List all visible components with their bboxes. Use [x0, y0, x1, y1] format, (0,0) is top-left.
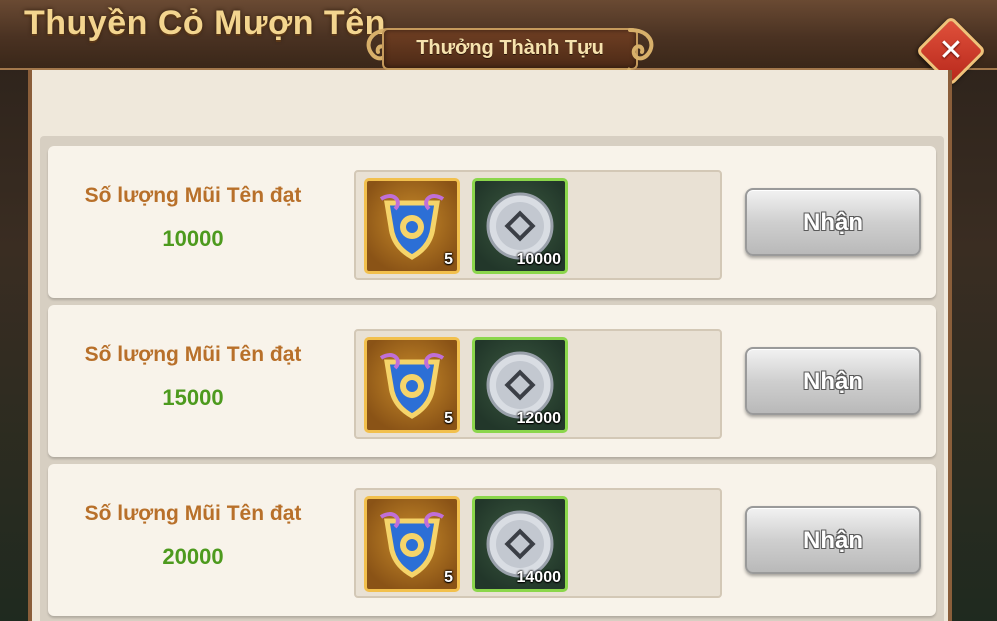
- panel-title-banner: Thưởng Thành Tựu: [360, 22, 660, 74]
- game-title: Thuyền Cỏ Mượn Tên: [24, 4, 386, 42]
- row-target-value: 15000: [162, 385, 224, 410]
- reward-slot-coin[interactable]: 12000: [472, 337, 568, 433]
- claim-button-label: Nhận: [803, 527, 863, 554]
- row-requirement-label: Số lượng Mũi Tên đạt: [84, 184, 302, 207]
- reward-quantity: 5: [444, 569, 453, 586]
- reward-row: Số lượng Mũi Tên đạt 20000 5 14000 Nhận: [48, 464, 936, 616]
- reward-quantity: 5: [444, 410, 453, 427]
- reward-slot-badge[interactable]: 5: [364, 496, 460, 592]
- claim-button[interactable]: Nhận: [745, 188, 921, 256]
- badge-icon: [379, 353, 445, 419]
- reward-slot-badge[interactable]: 5: [364, 178, 460, 274]
- claim-button-label: Nhận: [803, 368, 863, 395]
- reward-row: Số lượng Mũi Tên đạt 15000 5 12000 Nhận: [48, 305, 936, 457]
- badge-icon: [379, 512, 445, 578]
- claim-button[interactable]: Nhận: [745, 347, 921, 415]
- row-target-value: 20000: [162, 544, 224, 569]
- claim-button[interactable]: Nhận: [745, 506, 921, 574]
- reward-quantity: 5: [444, 251, 453, 268]
- claim-button-label: Nhận: [803, 209, 863, 236]
- ornament-curl-right-icon: [626, 28, 654, 74]
- badge-icon: [379, 194, 445, 260]
- reward-slot-coin[interactable]: 10000: [472, 178, 568, 274]
- reward-items-box: 5 12000: [354, 329, 722, 439]
- reward-quantity: 14000: [516, 569, 562, 586]
- row-requirement-label: Số lượng Mũi Tên đạt: [84, 502, 302, 525]
- reward-slot-coin[interactable]: 14000: [472, 496, 568, 592]
- reward-row: Số lượng Mũi Tên đạt 10000 5 10000 Nhận: [48, 146, 936, 298]
- row-requirement-label: Số lượng Mũi Tên đạt: [84, 343, 302, 366]
- panel-title: Thưởng Thành Tựu: [416, 37, 604, 59]
- reward-quantity: 12000: [516, 410, 562, 427]
- reward-slot-badge[interactable]: 5: [364, 337, 460, 433]
- row-target-value: 10000: [162, 226, 224, 251]
- reward-items-box: 5 14000: [354, 488, 722, 598]
- reward-quantity: 10000: [516, 251, 562, 268]
- reward-items-box: 5 10000: [354, 170, 722, 280]
